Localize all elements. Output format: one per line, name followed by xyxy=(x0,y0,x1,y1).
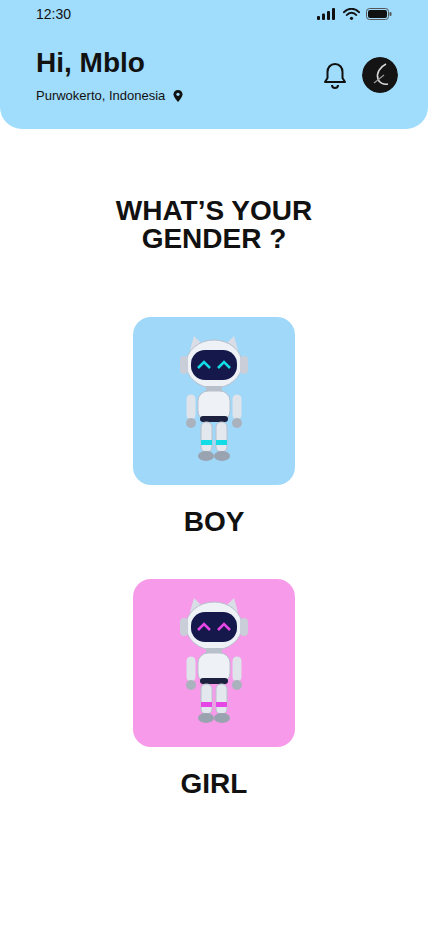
avatar[interactable] xyxy=(362,57,398,93)
robot-icon xyxy=(174,598,254,728)
robot-icon xyxy=(174,336,254,466)
battery-icon xyxy=(366,8,392,20)
status-time: 12:30 xyxy=(36,6,71,22)
pin-icon xyxy=(173,90,183,102)
gender-card[interactable] xyxy=(133,317,295,485)
content: WHAT’S YOUR GENDER ? BOY GIRL xyxy=(0,129,428,801)
gender-label: BOY xyxy=(184,505,245,539)
location-text: Purwokerto, Indonesia xyxy=(36,88,165,103)
gender-label: GIRL xyxy=(181,767,248,801)
header: 12:30 Hi, Mblo Purwokerto, Indonesia xyxy=(0,0,428,129)
gender-card[interactable] xyxy=(133,579,295,747)
wifi-icon xyxy=(343,8,360,20)
page-title: WHAT’S YOUR GENDER ? xyxy=(89,197,339,253)
gender-option[interactable]: BOY xyxy=(133,317,295,539)
status-icons xyxy=(317,8,392,20)
gender-options: BOY GIRL xyxy=(133,317,295,801)
location: Purwokerto, Indonesia xyxy=(36,88,183,103)
bell-icon[interactable] xyxy=(322,61,348,89)
gender-option[interactable]: GIRL xyxy=(133,579,295,801)
header-row: Hi, Mblo Purwokerto, Indonesia xyxy=(36,46,398,103)
greeting: Hi, Mblo xyxy=(36,46,183,80)
status-bar: 12:30 xyxy=(36,6,398,22)
header-actions xyxy=(322,57,398,93)
signal-icon xyxy=(317,8,337,20)
gender-screen: 12:30 Hi, Mblo Purwokerto, Indonesia WHAT’S… xyxy=(0,0,428,926)
avatar-photo-icon xyxy=(362,57,398,93)
user-info: Hi, Mblo Purwokerto, Indonesia xyxy=(36,46,183,103)
